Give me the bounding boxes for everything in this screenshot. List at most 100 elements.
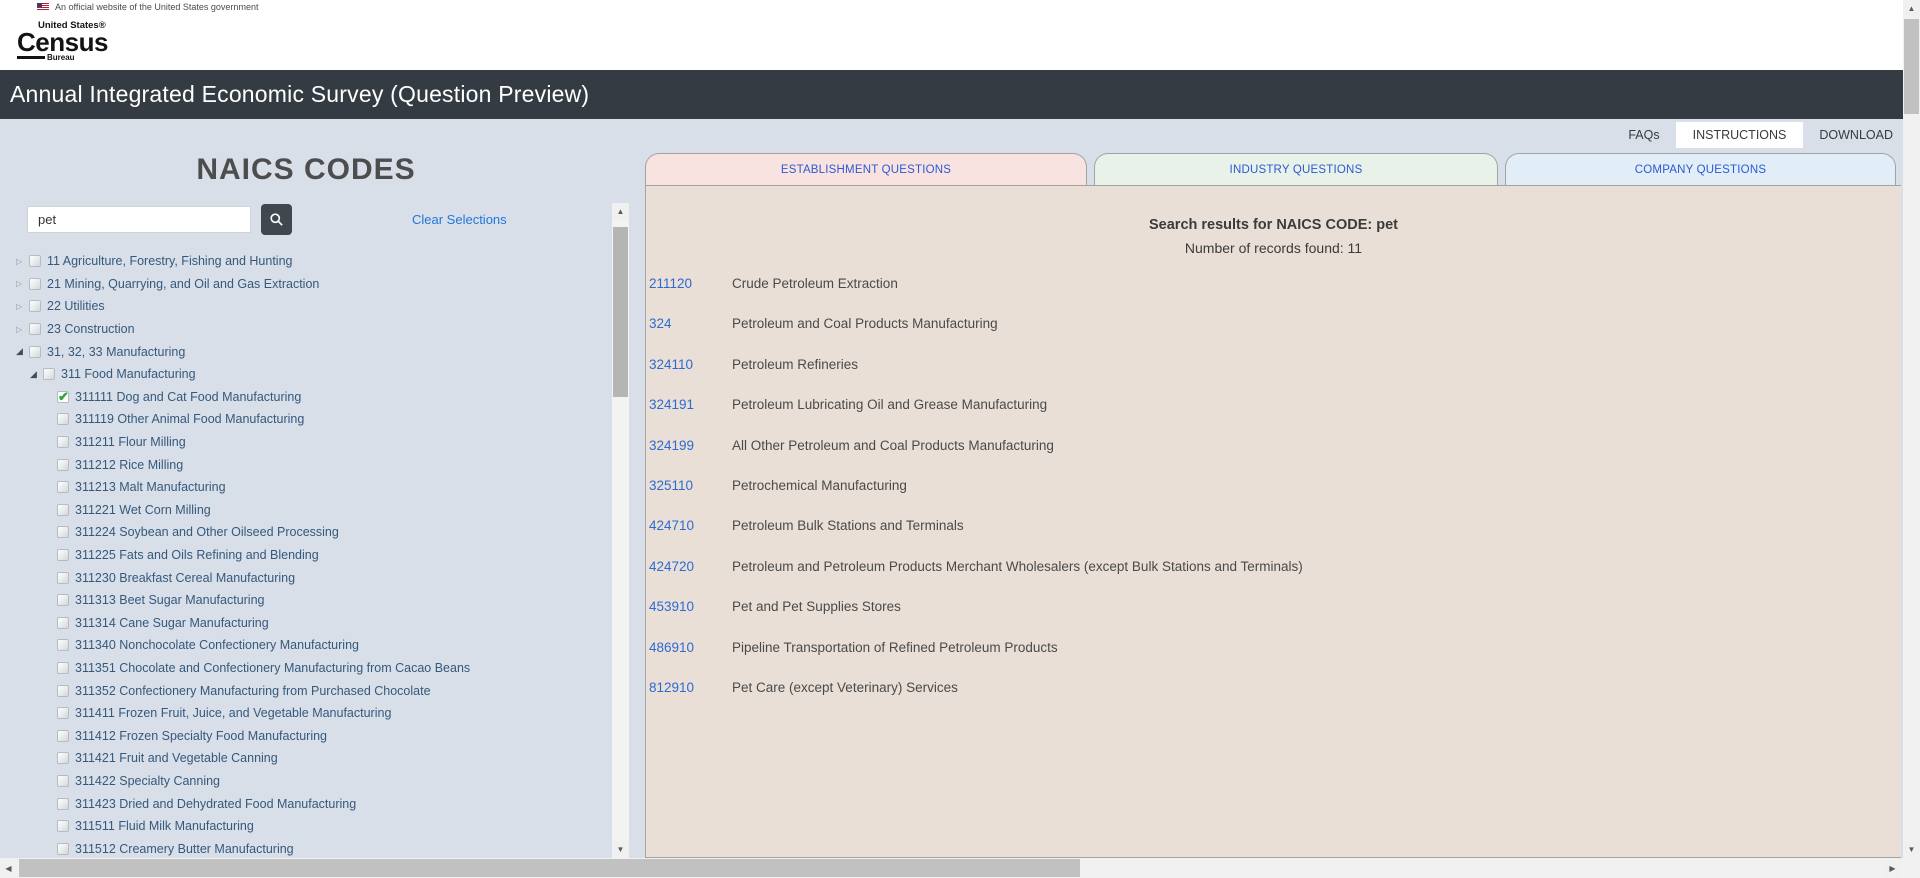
tree-item-label[interactable]: 311421 Fruit and Vegetable Canning <box>75 751 278 765</box>
tree-item-label[interactable]: 311225 Fats and Oils Refining and Blendi… <box>75 548 319 562</box>
tree-scroll-thumb[interactable] <box>613 227 628 397</box>
result-code-link[interactable]: 486910 <box>649 638 732 658</box>
result-code-link[interactable]: 812910 <box>649 678 732 698</box>
tree-item[interactable]: 311225 Fats and Oils Refining and Blendi… <box>0 544 612 567</box>
tree-item[interactable]: ▷ 22 Utilities <box>0 295 612 318</box>
result-code-link[interactable]: 211120 <box>649 274 732 294</box>
checkbox[interactable] <box>57 661 69 674</box>
result-code-link[interactable]: 324 <box>649 314 732 334</box>
checkbox[interactable] <box>57 571 69 584</box>
collapse-icon[interactable]: ◢ <box>30 369 43 380</box>
checkbox[interactable] <box>57 481 69 494</box>
tree-item[interactable]: 311511 Fluid Milk Manufacturing <box>0 815 612 838</box>
tree-item-label[interactable]: 311314 Cane Sugar Manufacturing <box>75 616 269 630</box>
tree-item-label[interactable]: 311412 Frozen Specialty Food Manufacturi… <box>75 729 327 743</box>
expand-icon[interactable]: ▷ <box>16 257 29 266</box>
checkbox[interactable] <box>29 277 41 290</box>
tree-item[interactable]: 311411 Frozen Fruit, Juice, and Vegetabl… <box>0 702 612 725</box>
result-code-link[interactable]: 324191 <box>649 395 732 415</box>
tree-item-label[interactable]: 311511 Fluid Milk Manufacturing <box>75 819 254 833</box>
collapse-icon[interactable]: ◢ <box>16 346 29 357</box>
page-scroll-down-button[interactable]: ▼ <box>1903 841 1920 858</box>
tree-item[interactable]: 311421 Fruit and Vegetable Canning <box>0 747 612 770</box>
result-code-link[interactable]: 453910 <box>649 597 732 617</box>
checkbox[interactable] <box>57 413 69 426</box>
tree-item[interactable]: ◢ 31, 32, 33 Manufacturing <box>0 340 612 363</box>
tree-item-label[interactable]: 31, 32, 33 Manufacturing <box>47 345 185 359</box>
result-code-link[interactable]: 424710 <box>649 516 732 536</box>
tree-scroll-down-button[interactable]: ▼ <box>612 841 629 858</box>
checkbox[interactable] <box>57 436 69 449</box>
page-vertical-scrollbar[interactable]: ▲ ▼ <box>1903 0 1920 858</box>
tree-item[interactable]: 311224 Soybean and Other Oilseed Process… <box>0 521 612 544</box>
tree-item-label[interactable]: 311211 Flour Milling <box>75 435 186 449</box>
tree-item-label[interactable]: 311352 Confectionery Manufacturing from … <box>75 684 431 698</box>
checkbox[interactable] <box>57 729 69 742</box>
tab-industry-questions[interactable]: INDUSTRY QUESTIONS <box>1094 153 1498 185</box>
checkbox[interactable] <box>57 820 69 833</box>
checkbox[interactable] <box>57 458 69 471</box>
tree-item[interactable]: 311119 Other Animal Food Manufacturing <box>0 408 612 431</box>
tree-item-label[interactable]: 311423 Dried and Dehydrated Food Manufac… <box>75 797 356 811</box>
tree-item[interactable]: ◢ 311 Food Manufacturing <box>0 363 612 386</box>
tree-item[interactable]: 311352 Confectionery Manufacturing from … <box>0 679 612 702</box>
tree-scrollbar[interactable]: ▲ ▼ <box>612 203 629 858</box>
checkbox[interactable] <box>57 842 69 855</box>
checkbox[interactable] <box>57 616 69 629</box>
page-scroll-up-button[interactable]: ▲ <box>1903 0 1920 17</box>
expand-icon[interactable]: ▷ <box>16 302 29 311</box>
tab-company-questions[interactable]: COMPANY QUESTIONS <box>1505 153 1896 185</box>
tree-item-label[interactable]: 311351 Chocolate and Confectionery Manuf… <box>75 661 470 675</box>
tree-item-label[interactable]: 311313 Beet Sugar Manufacturing <box>75 593 264 607</box>
tree-item-label[interactable]: 311111 Dog and Cat Food Manufacturing <box>75 390 301 404</box>
tree-item[interactable]: 311340 Nonchocolate Confectionery Manufa… <box>0 634 612 657</box>
page-horizontal-scrollbar[interactable]: ◀ ▶ <box>0 858 1920 878</box>
page-scroll-right-button[interactable]: ▶ <box>1884 858 1901 878</box>
tree-item[interactable]: 311230 Breakfast Cereal Manufacturing <box>0 566 612 589</box>
checkbox[interactable] <box>57 797 69 810</box>
search-button[interactable] <box>261 204 292 235</box>
tree-scroll-up-button[interactable]: ▲ <box>612 203 629 220</box>
tree-item-label[interactable]: 311212 Rice Milling <box>75 458 183 472</box>
checkbox-checked[interactable]: ✔ <box>57 390 69 403</box>
result-code-link[interactable]: 324110 <box>649 355 732 375</box>
tree-item[interactable]: 311213 Malt Manufacturing <box>0 476 612 499</box>
page-vertical-scroll-thumb[interactable] <box>1904 19 1919 114</box>
tree-item[interactable]: 311211 Flour Milling <box>0 431 612 454</box>
tree-item-label[interactable]: 311224 Soybean and Other Oilseed Process… <box>75 525 339 539</box>
page-scroll-left-button[interactable]: ◀ <box>0 858 17 878</box>
tree-item-label[interactable]: 311221 Wet Corn Milling <box>75 503 211 517</box>
tree-item-label[interactable]: 23 Construction <box>47 322 135 336</box>
tree-item-label[interactable]: 11 Agriculture, Forestry, Fishing and Hu… <box>47 254 293 268</box>
tree-item-label[interactable]: 311230 Breakfast Cereal Manufacturing <box>75 571 295 585</box>
result-code-link[interactable]: 324199 <box>649 436 732 456</box>
checkbox[interactable] <box>57 526 69 539</box>
tree-item[interactable]: ▷ 21 Mining, Quarrying, and Oil and Gas E… <box>0 273 612 296</box>
tree-item-label[interactable]: 21 Mining, Quarrying, and Oil and Gas Ex… <box>47 277 319 291</box>
tree-item[interactable]: ▷ 23 Construction <box>0 318 612 341</box>
expand-icon[interactable]: ▷ <box>16 279 29 288</box>
result-code-link[interactable]: 424720 <box>649 557 732 577</box>
instructions-link[interactable]: INSTRUCTIONS <box>1675 121 1804 148</box>
tree-item[interactable]: ▷ 11 Agriculture, Forestry, Fishing and H… <box>0 250 612 273</box>
tree-item-label[interactable]: 311411 Frozen Fruit, Juice, and Vegetabl… <box>75 706 391 720</box>
tree-item[interactable]: 311351 Chocolate and Confectionery Manuf… <box>0 657 612 680</box>
tree-item-label[interactable]: 311213 Malt Manufacturing <box>75 480 226 494</box>
tree-item-label[interactable]: 311340 Nonchocolate Confectionery Manufa… <box>75 638 359 652</box>
tree-item[interactable]: 311512 Creamery Butter Manufacturing <box>0 837 612 858</box>
naics-search-input[interactable] <box>27 206 251 233</box>
checkbox[interactable] <box>29 345 41 358</box>
tree-item[interactable]: 311221 Wet Corn Milling <box>0 499 612 522</box>
checkbox[interactable] <box>43 368 55 381</box>
checkbox[interactable] <box>29 323 41 336</box>
tree-item[interactable]: ✔ 311111 Dog and Cat Food Manufacturing <box>0 386 612 409</box>
census-logo[interactable]: United States® Census Bureau <box>17 21 108 62</box>
tree-item[interactable]: 311423 Dried and Dehydrated Food Manufac… <box>0 792 612 815</box>
tab-establishment-questions[interactable]: ESTABLISHMENT QUESTIONS <box>645 153 1087 185</box>
tree-item-label[interactable]: 311512 Creamery Butter Manufacturing <box>75 842 294 856</box>
tree-item[interactable]: 311412 Frozen Specialty Food Manufacturi… <box>0 724 612 747</box>
checkbox[interactable] <box>57 752 69 765</box>
tree-item[interactable]: 311422 Specialty Canning <box>0 770 612 793</box>
tree-item[interactable]: 311314 Cane Sugar Manufacturing <box>0 612 612 635</box>
tree-item-label[interactable]: 311119 Other Animal Food Manufacturing <box>75 412 304 426</box>
